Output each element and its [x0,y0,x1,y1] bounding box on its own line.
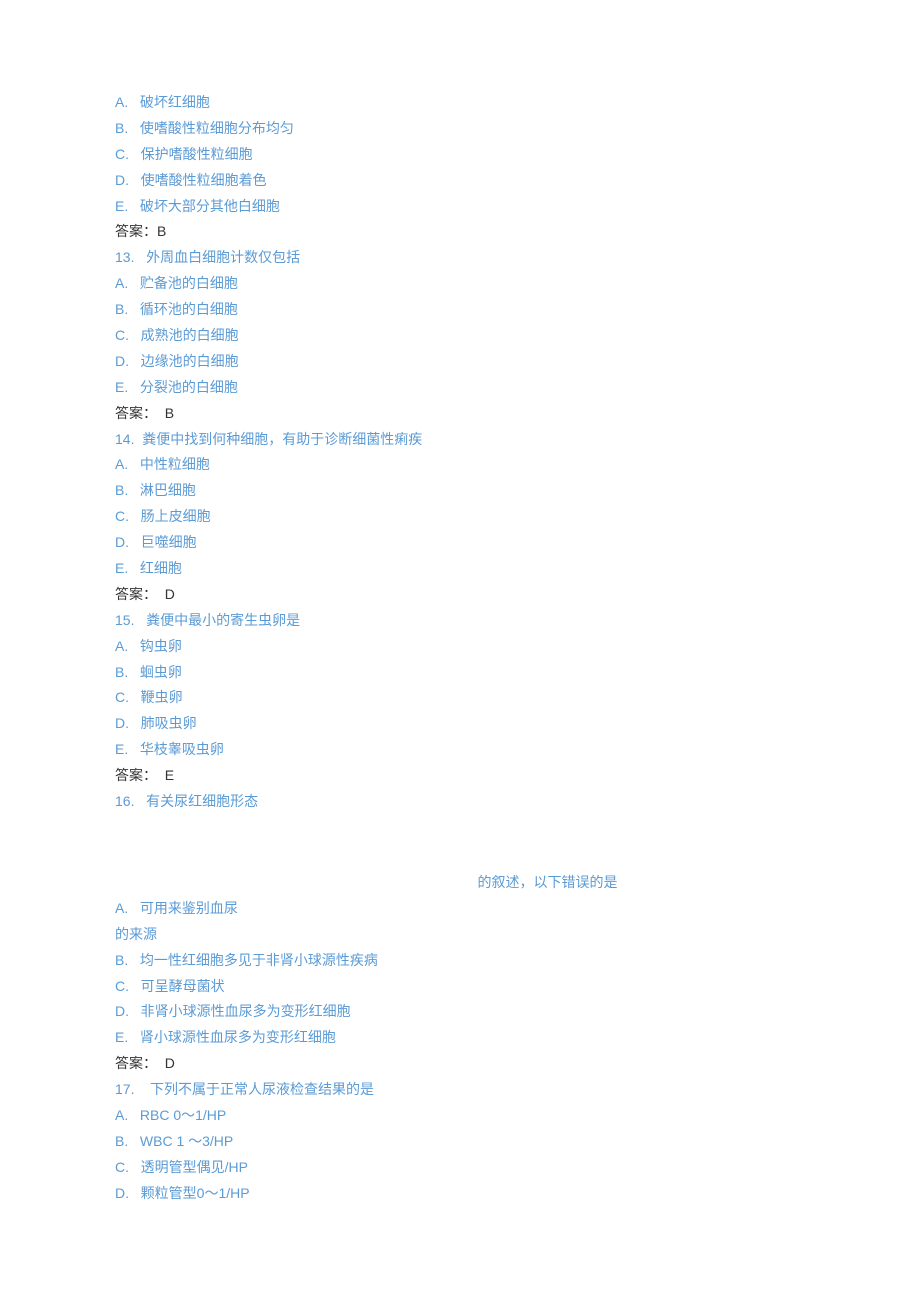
q12-answer: 答案：B [115,219,805,245]
q12-option: D. 使嗜酸性粒细胞着色 [115,168,805,194]
q17-option: D. 颗粒管型0～1/HP [115,1181,805,1207]
q13-answer: 答案： B [115,401,805,427]
q13-option: D. 边缘池的白细胞 [115,349,805,375]
q13-option: C. 成熟池的白细胞 [115,323,805,349]
q15-option: A. 钩虫卵 [115,634,805,660]
q15-option: E. 华枝睾吸虫卵 [115,737,805,763]
q16-stem-part1: 16. 有关尿红细胞形态 [115,789,805,815]
q17-option: C. 透明管型偶见/HP [115,1155,805,1181]
q12-option: C. 保护嗜酸性粒细胞 [115,142,805,168]
q16-answer: 答案： D [115,1051,805,1077]
q13-option: A. 贮备池的白细胞 [115,271,805,297]
q17-option: A. RBC 0～1/HP [115,1103,805,1129]
q17-option: B. WBC 1 ～3/HP [115,1129,805,1155]
q13-stem: 13. 外周血白细胞计数仅包括 [115,245,805,271]
q13-option: E. 分裂池的白细胞 [115,375,805,401]
q15-answer: 答案： E [115,763,805,789]
q12-option: E. 破坏大部分其他白细胞 [115,194,805,220]
q16-option-a-line2: 的来源 [115,922,805,948]
q14-option: E. 红细胞 [115,556,805,582]
q15-stem: 15. 粪便中最小的寄生虫卵是 [115,608,805,634]
q12-option: B. 使嗜酸性粒细胞分布均匀 [115,116,805,142]
q14-option: C. 肠上皮细胞 [115,504,805,530]
q16-option: D. 非肾小球源性血尿多为变形红细胞 [115,999,805,1025]
q17-stem: 17. 下列不属于正常人尿液检查结果的是 [115,1077,805,1103]
q15-option: D. 肺吸虫卵 [115,711,805,737]
q12-option: A. 破坏红细胞 [115,90,805,116]
q16-option-a-line1: A. 可用来鉴别血尿 [115,896,805,922]
q14-option: B. 淋巴细胞 [115,478,805,504]
q16-option: B. 均一性红细胞多见于非肾小球源性疾病 [115,948,805,974]
q14-option: A. 中性粒细胞 [115,452,805,478]
q16-stem-part2: 的叙述，以下错误的是 [290,870,805,896]
q15-option: C. 鞭虫卵 [115,685,805,711]
q16-option: E. 肾小球源性血尿多为变形红细胞 [115,1025,805,1051]
q16-option: C. 可呈酵母菌状 [115,974,805,1000]
q14-answer: 答案： D [115,582,805,608]
q14-stem: 14. 粪便中找到何种细胞，有助于诊断细菌性痢疾 [115,427,805,453]
blank-spacer [115,815,805,870]
q13-option: B. 循环池的白细胞 [115,297,805,323]
q14-option: D. 巨噬细胞 [115,530,805,556]
q15-option: B. 蛔虫卵 [115,660,805,686]
